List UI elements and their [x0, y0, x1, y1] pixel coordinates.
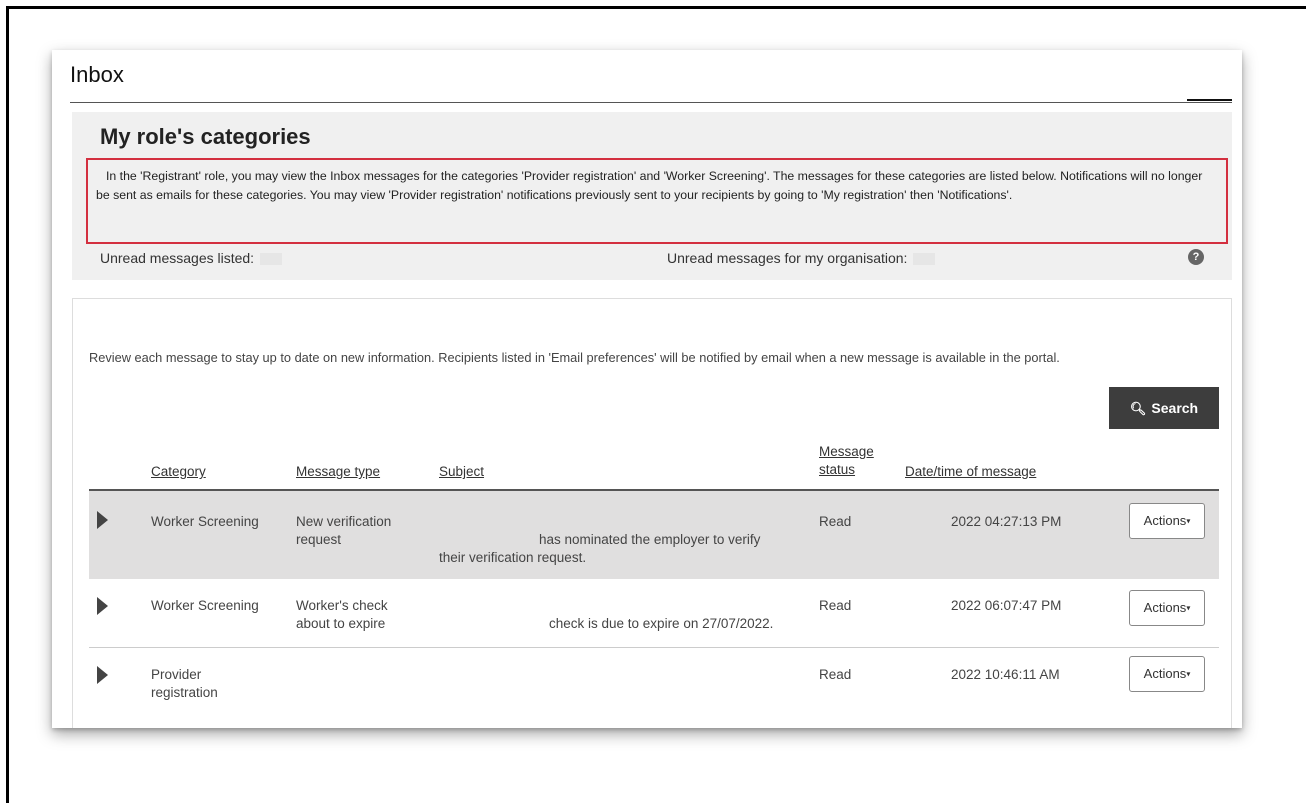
expand-triangle-icon[interactable] — [97, 597, 108, 615]
expand-triangle-icon[interactable] — [97, 666, 108, 684]
row-message-type: New verification request — [296, 513, 391, 549]
row-category-line2: registration — [151, 685, 218, 700]
column-header-message-status-line1: Message — [819, 444, 874, 459]
unread-listed-value-redacted — [260, 253, 283, 266]
row-message-type-line1: New verification — [296, 514, 392, 529]
actions-button-label: Actions — [1143, 666, 1187, 681]
row-category-line1: Provider — [151, 667, 202, 682]
row-category: Worker Screening — [151, 514, 259, 529]
row-datetime: 2022 06:07:47 PM — [951, 598, 1062, 613]
unread-listed: Unread messages listed: — [100, 250, 283, 266]
title-divider — [70, 102, 1232, 103]
column-header-message-status[interactable]: Message status — [819, 443, 874, 479]
actions-button[interactable]: Actions▾ — [1129, 656, 1205, 692]
review-instructions: Review each message to stay up to date o… — [89, 350, 1060, 365]
table-row[interactable]: Worker Screening Worker's check about to… — [89, 579, 1219, 647]
row-subject: has nominated the employer to verify the… — [439, 531, 819, 567]
row-subject-line1: has nominated the employer to verify — [539, 532, 761, 547]
actions-button[interactable]: Actions▾ — [1129, 503, 1205, 539]
chevron-down-icon: ▾ — [1186, 603, 1191, 613]
row-datetime: 2022 10:46:11 AM — [951, 667, 1060, 682]
roles-section: My role's categories In the 'Registrant'… — [72, 112, 1232, 280]
unread-org-value-redacted — [913, 253, 936, 266]
unread-listed-label: Unread messages listed: — [100, 250, 255, 266]
title-divider-accent — [1187, 99, 1232, 101]
actions-button-label: Actions — [1143, 513, 1187, 528]
search-button[interactable]: 🔍︎ Search — [1109, 387, 1219, 429]
row-datetime: 2022 04:27:13 PM — [951, 514, 1062, 529]
column-header-datetime[interactable]: Date/time of message — [905, 463, 1036, 481]
actions-button[interactable]: Actions▾ — [1129, 590, 1205, 626]
row-status: Read — [819, 514, 852, 529]
chevron-down-icon: ▾ — [1186, 669, 1191, 679]
chevron-down-icon: ▾ — [1186, 516, 1191, 526]
row-subject: check is due to expire on 27/07/2022. — [549, 616, 774, 631]
expand-triangle-icon[interactable] — [97, 511, 108, 529]
row-category: Worker Screening — [151, 598, 259, 613]
question-circle-icon[interactable]: ? — [1188, 249, 1204, 265]
column-header-message-type[interactable]: Message type — [296, 463, 380, 481]
inbox-panel: Inbox My role's categories In the 'Regis… — [52, 50, 1242, 728]
row-message-type-line2: request — [296, 532, 342, 547]
table-row[interactable]: Provider registration Read 2022 10:46:11… — [89, 648, 1219, 712]
magnifier-icon: 🔍︎ — [1129, 401, 1147, 416]
row-status: Read — [819, 598, 852, 613]
row-message-type-line2: about to expire — [296, 616, 386, 631]
page-title: Inbox — [70, 62, 124, 87]
search-button-label: Search — [1151, 400, 1199, 416]
row-message-type: Worker's check about to expire — [296, 597, 388, 633]
roles-notice: In the 'Registrant' role, you may view t… — [86, 158, 1228, 244]
row-status: Read — [819, 667, 852, 682]
row-message-type-line1: Worker's check — [296, 598, 388, 613]
roles-heading: My role's categories — [100, 124, 311, 149]
row-subject-line2: their verification request. — [439, 550, 587, 565]
actions-button-label: Actions — [1143, 600, 1187, 615]
column-header-subject[interactable]: Subject — [439, 463, 484, 481]
unread-org-label: Unread messages for my organisation: — [667, 250, 908, 266]
row-category: Provider registration — [151, 666, 218, 702]
unread-org: Unread messages for my organisation: — [667, 250, 936, 266]
column-header-message-status-line2: status — [819, 462, 856, 477]
messages-section: Review each message to stay up to date o… — [72, 298, 1232, 728]
column-header-category[interactable]: Category — [151, 463, 206, 481]
table-row[interactable]: Worker Screening New verification reques… — [89, 491, 1219, 579]
